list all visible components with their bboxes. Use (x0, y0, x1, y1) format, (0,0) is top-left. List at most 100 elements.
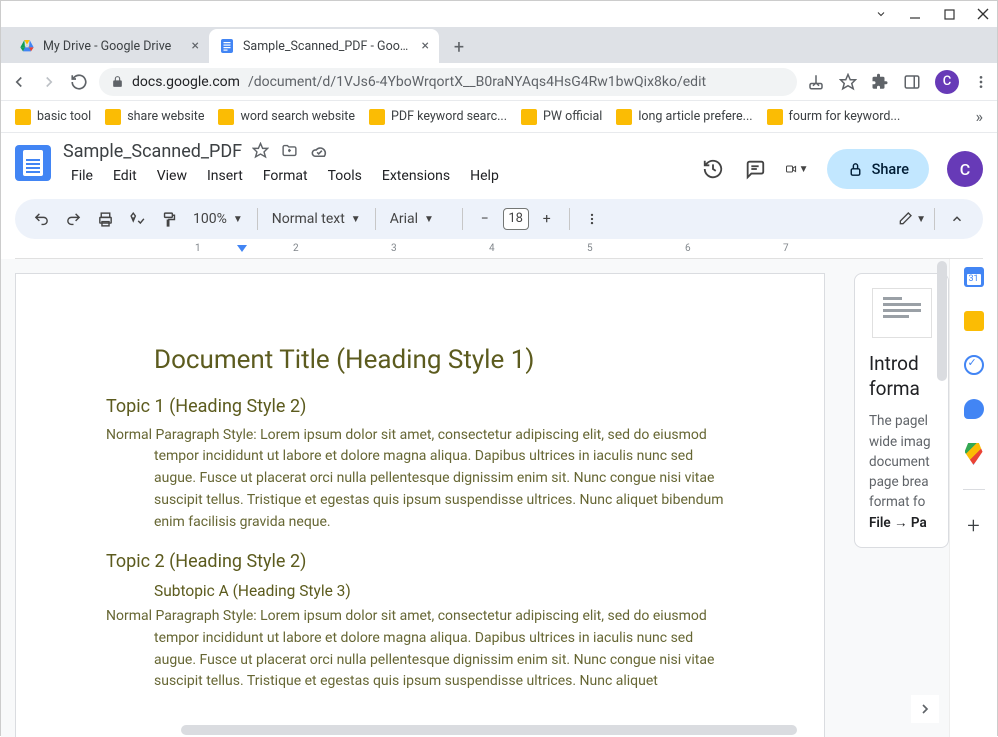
fontsize-increase-button[interactable]: + (533, 205, 561, 233)
docs-toolbar: 100%▼ Normal text▼ Arial▼ − 18 + ▼ (15, 199, 983, 239)
new-tab-button[interactable]: + (445, 33, 473, 61)
window-titlebar (1, 1, 997, 27)
page-thumbnail-icon (872, 288, 932, 338)
bookmark-item[interactable]: long article prefere... (616, 109, 752, 125)
panel-heading: Introdforma (869, 352, 934, 401)
menu-edit[interactable]: Edit (105, 164, 145, 188)
paragraph[interactable]: Normal Paragraph Style: Lorem ipsum dolo… (106, 425, 734, 533)
folder-icon (369, 109, 385, 125)
bookmarks-overflow-icon[interactable]: » (976, 107, 984, 126)
browser-tab-drive[interactable]: My Drive - Google Drive × (9, 29, 209, 63)
menu-extensions[interactable]: Extensions (374, 164, 458, 188)
paragraph[interactable]: Normal Paragraph Style: Lorem ipsum dolo… (106, 606, 734, 693)
star-icon[interactable] (252, 142, 269, 161)
bookmark-star-icon[interactable] (839, 73, 857, 91)
bookmark-item[interactable]: fourm for keyword... (767, 109, 901, 125)
print-button[interactable] (91, 205, 119, 233)
ruler[interactable]: 1 2 3 4 5 6 7 (15, 243, 983, 259)
cloud-status-icon[interactable] (310, 142, 329, 161)
tasks-icon[interactable] (964, 355, 984, 375)
bookmark-item[interactable]: basic tool (15, 109, 91, 125)
paint-format-button[interactable] (155, 205, 183, 233)
tab-close-icon[interactable]: × (422, 38, 429, 54)
separator (375, 208, 376, 230)
lock-icon (847, 161, 864, 178)
tab-title: Sample_Scanned_PDF - Google D (243, 39, 414, 54)
bookmarks-bar: basic tool share website word search web… (1, 101, 997, 133)
folder-icon (105, 109, 121, 125)
heading-2[interactable]: Topic 1 (Heading Style 2) (106, 396, 734, 417)
folder-icon (521, 109, 537, 125)
maps-icon[interactable] (965, 443, 983, 465)
side-panel-icon[interactable] (903, 73, 921, 91)
share-label: Share (872, 161, 909, 178)
vertical-scrollbar[interactable] (935, 259, 949, 717)
back-button[interactable] (9, 72, 29, 92)
profile-avatar[interactable]: C (935, 70, 959, 94)
panel-text: The pagel wide imag document page brea f… (869, 411, 934, 533)
separator (257, 208, 258, 230)
meet-icon[interactable]: ▼ (785, 157, 809, 181)
extensions-icon[interactable] (871, 73, 889, 91)
fontsize-input[interactable]: 18 (503, 208, 529, 230)
font-select[interactable]: Arial▼ (384, 211, 454, 227)
calendar-icon[interactable] (964, 267, 984, 287)
bookmark-item[interactable]: PW official (521, 109, 602, 125)
more-formatting-icon[interactable] (578, 205, 606, 233)
folder-icon (616, 109, 632, 125)
menu-format[interactable]: Format (255, 164, 316, 188)
docs-logo-icon[interactable] (15, 145, 51, 181)
menu-help[interactable]: Help (462, 164, 507, 188)
folder-icon (767, 109, 783, 125)
chrome-menu-icon[interactable] (973, 74, 989, 90)
address-bar[interactable]: docs.google.com/document/d/1VJs6-4YboWrq… (99, 68, 797, 96)
browser-tab-docs[interactable]: Sample_Scanned_PDF - Google D × (209, 29, 439, 63)
separator (934, 208, 935, 230)
redo-button[interactable] (59, 205, 87, 233)
comments-icon[interactable] (743, 157, 767, 181)
docs-favicon-icon (219, 38, 235, 54)
document-page[interactable]: Document Title (Heading Style 1) Topic 1… (15, 273, 825, 737)
menu-insert[interactable]: Insert (199, 164, 251, 188)
style-select[interactable]: Normal text▼ (266, 211, 367, 227)
bookmark-item[interactable]: word search website (218, 109, 355, 125)
lock-icon (111, 75, 124, 88)
separator (963, 489, 985, 490)
heading-1[interactable]: Document Title (Heading Style 1) (154, 344, 734, 378)
window-close-icon[interactable] (977, 8, 989, 20)
document-title[interactable]: Sample_Scanned_PDF (63, 141, 242, 162)
folder-icon (218, 109, 234, 125)
bookmark-item[interactable]: share website (105, 109, 204, 125)
history-icon[interactable] (701, 157, 725, 181)
document-canvas[interactable]: Document Title (Heading Style 1) Topic 1… (1, 259, 997, 737)
menu-file[interactable]: File (63, 164, 101, 188)
fontsize-decrease-button[interactable]: − (471, 205, 499, 233)
contacts-icon[interactable] (964, 399, 984, 419)
menu-tools[interactable]: Tools (320, 164, 370, 188)
undo-button[interactable] (27, 205, 55, 233)
editing-mode-button[interactable]: ▼ (897, 205, 926, 233)
keep-icon[interactable] (964, 311, 984, 331)
reload-button[interactable] (69, 72, 89, 92)
url-host: docs.google.com (132, 74, 240, 90)
window-maximize-icon[interactable] (943, 8, 955, 20)
add-addon-button[interactable]: + (967, 514, 979, 539)
spellcheck-button[interactable] (123, 205, 151, 233)
window-minimize-icon[interactable] (909, 8, 921, 20)
browser-tabstrip: My Drive - Google Drive × Sample_Scanned… (1, 27, 997, 63)
horizontal-scrollbar[interactable] (181, 725, 797, 735)
collapse-toolbar-button[interactable] (943, 205, 971, 233)
menu-view[interactable]: View (149, 164, 195, 188)
heading-3[interactable]: Subtopic A (Heading Style 3) (154, 582, 734, 600)
tab-close-icon[interactable]: × (192, 38, 199, 54)
heading-2[interactable]: Topic 2 (Heading Style 2) (106, 551, 734, 572)
window-dropdown-icon[interactable] (875, 8, 887, 20)
share-button[interactable]: Share (827, 149, 929, 189)
move-icon[interactable] (281, 142, 298, 161)
zoom-select[interactable]: 100%▼ (187, 211, 249, 227)
bookmark-item[interactable]: PDF keyword searc... (369, 109, 507, 125)
account-avatar[interactable]: C (947, 151, 983, 187)
indent-marker-icon[interactable] (237, 245, 247, 252)
share-url-icon[interactable] (807, 73, 825, 91)
forward-button[interactable] (39, 72, 59, 92)
